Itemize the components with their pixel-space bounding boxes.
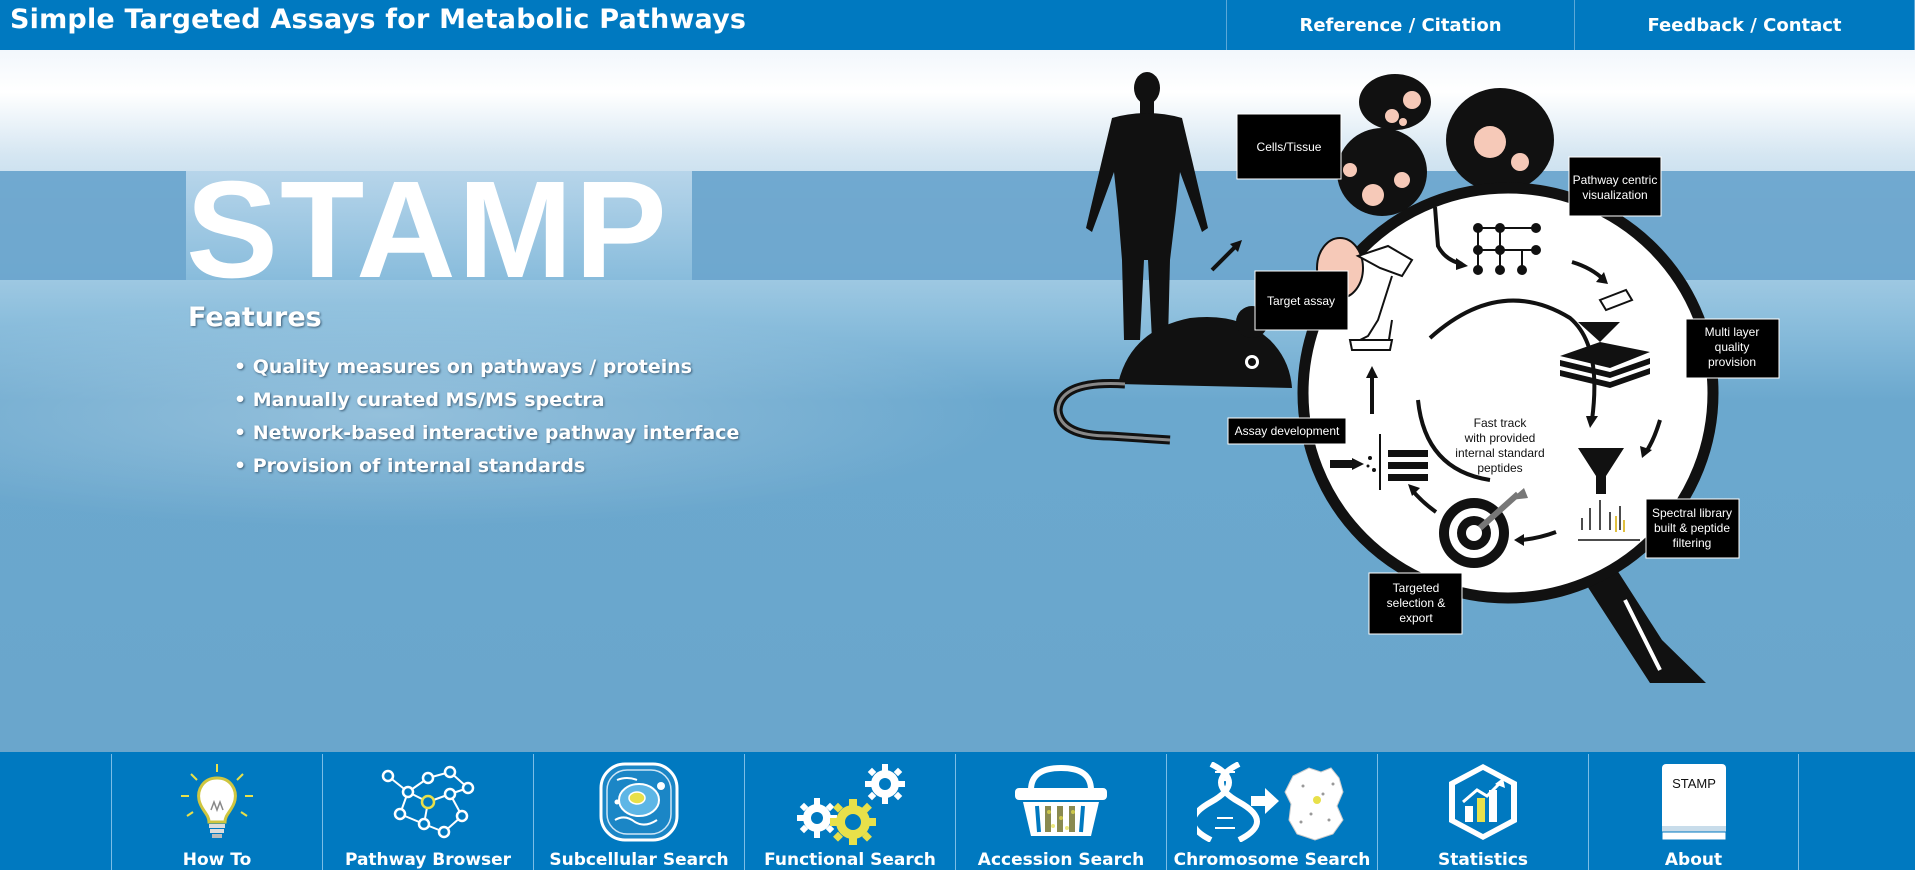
stamp-logo: STAMP [186, 153, 669, 307]
cell-icon [534, 762, 744, 842]
nav-label: Accession Search [977, 850, 1145, 870]
svg-text:quality: quality [1715, 340, 1750, 354]
label-target-assay: Target assay [1254, 270, 1349, 331]
svg-text:provision: provision [1708, 355, 1756, 369]
reference-citation-link[interactable]: Reference / Citation [1226, 0, 1574, 50]
nav-pathway-browser[interactable]: Pathway Browser [322, 754, 533, 870]
label-multi-layer-quality: Multi layer quality provision [1685, 318, 1780, 379]
svg-text:Target assay: Target assay [1267, 294, 1335, 308]
svg-text:Targeted: Targeted [1393, 581, 1440, 595]
label-targeted-selection: Targeted selection & export [1368, 572, 1463, 635]
label-spectral-library: Spectral library built & peptide filteri… [1645, 498, 1740, 559]
svg-text:Pathway centric: Pathway centric [1573, 173, 1658, 187]
nav-label: Functional Search [764, 850, 936, 870]
nav-chromosome-search[interactable]: Chromosome Search [1166, 754, 1377, 870]
top-bar: Simple Targeted Assays for Metabolic Pat… [0, 0, 1915, 50]
nav-subcellular-search[interactable]: Subcellular Search [533, 754, 744, 870]
svg-text:Fast track: Fast track [1474, 416, 1528, 430]
nav-label: Chromosome Search [1173, 850, 1371, 870]
svg-text:with provided: with provided [1464, 431, 1536, 445]
feature-item: • Provision of internal standards [234, 455, 586, 477]
label-assay-development: Assay development [1227, 417, 1347, 445]
nav-label: About [1664, 850, 1723, 870]
nav-label: How To [182, 850, 252, 870]
bottom-navigation: How To Pathway Browser Subcellular Searc… [0, 752, 1915, 870]
svg-text:visualization: visualization [1582, 188, 1647, 202]
features-heading: Features [188, 302, 322, 333]
svg-text:internal standard: internal standard [1455, 446, 1544, 460]
svg-text:filtering: filtering [1673, 536, 1712, 550]
chart-icon [1378, 762, 1588, 842]
svg-text:STAMP: STAMP [1672, 776, 1716, 791]
workflow-illustration: Cells/Tissue Pathway centric visualizati… [1053, 72, 1780, 683]
basket-icon [956, 762, 1166, 842]
human-silhouette-icon [1086, 72, 1208, 340]
nav-how-to[interactable]: How To [111, 754, 322, 870]
book-icon: STAMP [1589, 762, 1798, 842]
svg-text:Multi layer: Multi layer [1705, 325, 1760, 339]
feature-item: • Quality measures on pathways / protein… [234, 356, 693, 378]
nav-functional-search[interactable]: Functional Search [744, 754, 955, 870]
nav-label: Subcellular Search [549, 850, 729, 870]
svg-text:Spectral library: Spectral library [1652, 506, 1732, 520]
label-cells-tissue: Cells/Tissue [1236, 113, 1342, 180]
svg-text:built & peptide: built & peptide [1654, 521, 1730, 535]
nav-accession-search[interactable]: Accession Search [955, 754, 1166, 870]
svg-text:peptides: peptides [1477, 461, 1522, 475]
nav-about[interactable]: STAMP About [1588, 754, 1799, 870]
network-icon [323, 762, 533, 842]
feedback-contact-link[interactable]: Feedback / Contact [1574, 0, 1915, 50]
feature-item: • Network-based interactive pathway inte… [234, 422, 740, 444]
svg-text:Assay development: Assay development [1235, 424, 1340, 438]
svg-text:selection &: selection & [1387, 596, 1446, 610]
nav-statistics[interactable]: Statistics [1377, 754, 1588, 870]
nav-label: Statistics [1437, 850, 1529, 870]
label-pathway-centric: Pathway centric visualization [1568, 156, 1662, 217]
feature-item: • Manually curated MS/MS spectra [234, 389, 605, 411]
nav-label: Pathway Browser [344, 850, 512, 870]
svg-text:export: export [1399, 611, 1433, 625]
dna-icon [1167, 762, 1377, 842]
features-list: • Quality measures on pathways / protein… [234, 356, 739, 488]
lightbulb-icon [112, 762, 322, 842]
site-title: Simple Targeted Assays for Metabolic Pat… [10, 4, 747, 35]
svg-text:Cells/Tissue: Cells/Tissue [1257, 140, 1322, 154]
gears-icon [745, 762, 955, 845]
